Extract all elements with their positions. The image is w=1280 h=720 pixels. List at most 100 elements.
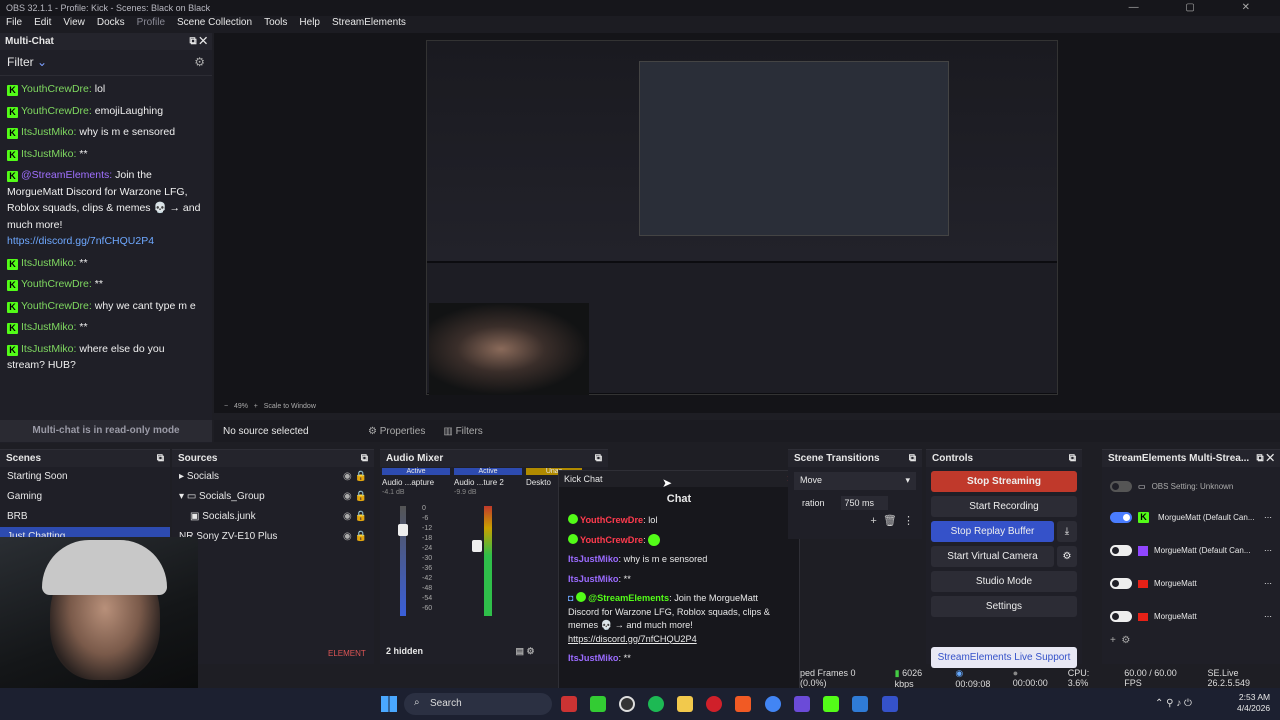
mixer-menu-icon[interactable]: ▤ ⚙ bbox=[516, 646, 535, 656]
stop-replay-button[interactable]: Stop Replay Buffer bbox=[931, 521, 1054, 542]
multichat-messages: K YouthCrewDre: lol K YouthCrewDre: emojiL… bbox=[0, 76, 212, 377]
clock-time: 2:53 AM bbox=[1238, 692, 1271, 702]
scene-item[interactable]: Gaming bbox=[0, 487, 170, 507]
multichat-header: Multi-Chat ⧉ ✕ bbox=[0, 33, 212, 50]
scenes-title: Scenes bbox=[6, 453, 42, 464]
chevron-down-icon[interactable]: ▾ bbox=[179, 491, 184, 502]
zoom-plus-icon[interactable]: + bbox=[254, 403, 258, 410]
chrome-icon[interactable] bbox=[765, 696, 781, 712]
obs-icon[interactable] bbox=[619, 696, 635, 712]
target-name: MorgueMatt (Default Can... bbox=[1158, 513, 1255, 522]
folder-icon[interactable] bbox=[677, 696, 693, 712]
visibility-icon[interactable]: ◉ 🔒 bbox=[343, 511, 367, 522]
system-tray[interactable]: ⌃ ⚲ ♪ ⏻ bbox=[1155, 698, 1192, 709]
source-item[interactable]: ▸ Socials ◉ 🔒 bbox=[172, 467, 374, 487]
zoom-mode[interactable]: Scale to Window bbox=[264, 403, 316, 410]
menu-view[interactable]: View bbox=[63, 17, 85, 33]
emote-icon bbox=[648, 533, 661, 546]
volume-slider[interactable] bbox=[398, 524, 408, 536]
windows-taskbar bbox=[0, 688, 1280, 720]
zoom-minus-icon[interactable]: − bbox=[224, 403, 228, 410]
app-icon[interactable] bbox=[590, 696, 606, 712]
gear-icon[interactable]: ⚙ bbox=[1121, 635, 1130, 646]
dock-close-icon[interactable]: ⧉ ✕ bbox=[1256, 453, 1274, 464]
stop-streaming-button[interactable]: Stop Streaming bbox=[931, 471, 1077, 492]
menu-file[interactable]: File bbox=[6, 17, 22, 33]
duration-label: ration bbox=[802, 498, 825, 508]
gear-icon[interactable]: ⚙ bbox=[1057, 546, 1077, 567]
more-icon[interactable]: ⋯ bbox=[1264, 612, 1272, 621]
clock[interactable]: 2:53 AM 4/4/2026 bbox=[1237, 692, 1270, 714]
discord-link[interactable]: https://discord.gg/7nfCHQU2P4 bbox=[568, 634, 697, 644]
menu-streamelements[interactable]: StreamElements bbox=[332, 17, 406, 33]
source-item[interactable]: ▣ Socials.junk ◉ 🔒 bbox=[172, 507, 374, 527]
scene-item[interactable]: BRB bbox=[0, 507, 170, 527]
preview-canvas[interactable] bbox=[426, 40, 1058, 395]
add-icon[interactable]: + bbox=[1110, 635, 1116, 646]
menu-docks[interactable]: Docks bbox=[97, 17, 125, 33]
discord-link[interactable]: https://discord.gg/7nfCHQU2P4 bbox=[7, 235, 154, 247]
youtube-icon bbox=[1138, 579, 1148, 588]
multichat-title: Multi-Chat bbox=[5, 36, 54, 47]
taskbar-search[interactable]: ⌕ Search bbox=[404, 693, 552, 715]
more-icon[interactable]: ⋯ bbox=[1264, 579, 1272, 588]
dock-popout-icon[interactable]: ⧉ bbox=[1069, 453, 1076, 464]
scene-item[interactable]: Starting Soon bbox=[0, 467, 170, 487]
channel-name: Audio ...ture 2 bbox=[454, 478, 504, 487]
settings-button[interactable]: Settings bbox=[931, 596, 1077, 617]
dock-popout-icon[interactable]: ⧉ bbox=[595, 453, 602, 464]
app-icon[interactable] bbox=[794, 696, 810, 712]
app-icon[interactable] bbox=[852, 696, 868, 712]
dock-close-icon[interactable]: ⧉ ✕ bbox=[189, 36, 207, 47]
visibility-icon[interactable]: ◉ 🔒 bbox=[343, 471, 367, 482]
app-icon[interactable] bbox=[561, 696, 577, 712]
studio-mode-button[interactable]: Studio Mode bbox=[931, 571, 1077, 592]
app-icon[interactable] bbox=[882, 696, 898, 712]
dock-popout-icon[interactable]: ⧉ bbox=[361, 453, 368, 464]
duration-input[interactable]: 750 ms bbox=[840, 496, 889, 510]
menu-bar: File Edit View Docks Profile Scene Colle… bbox=[0, 16, 1280, 33]
gear-icon[interactable]: ⚙ bbox=[194, 55, 205, 70]
more-icon[interactable]: ⋮ bbox=[903, 515, 914, 527]
chevron-right-icon[interactable]: ▸ bbox=[179, 471, 184, 482]
trash-icon[interactable]: 🗑 bbox=[883, 515, 897, 527]
kick-app-icon[interactable] bbox=[823, 696, 839, 712]
menu-tools[interactable]: Tools bbox=[264, 17, 287, 33]
brave-icon[interactable] bbox=[735, 696, 751, 712]
properties-button[interactable]: ⚙ Properties bbox=[368, 426, 425, 437]
se-support-button[interactable]: StreamElements Live Support bbox=[931, 647, 1077, 668]
menu-help[interactable]: Help bbox=[299, 17, 320, 33]
visibility-icon[interactable]: ◉ 🔒 bbox=[343, 491, 367, 502]
stream-toggle[interactable] bbox=[1110, 545, 1132, 556]
source-toolbar: No source selected ⚙ Properties ▥ Filter… bbox=[214, 420, 1280, 442]
kick-chat-title: Kick Chat bbox=[564, 474, 603, 484]
save-replay-icon[interactable]: ⤓ bbox=[1057, 521, 1077, 542]
menu-scene-collection[interactable]: Scene Collection bbox=[177, 17, 252, 33]
multichat-filter[interactable]: Filter ⌄ ⚙ bbox=[0, 50, 212, 76]
dock-popout-icon[interactable]: ⧉ bbox=[157, 453, 164, 464]
stream-toggle[interactable] bbox=[1110, 480, 1132, 492]
menu-profile[interactable]: Profile bbox=[137, 17, 165, 33]
source-item[interactable]: ▾ ▭ Socials_Group ◉ 🔒 bbox=[172, 487, 374, 507]
spotify-icon[interactable] bbox=[648, 696, 664, 712]
virtual-camera-button[interactable]: Start Virtual Camera bbox=[931, 546, 1054, 567]
filters-button[interactable]: ▥ Filters bbox=[443, 426, 482, 437]
window-controls[interactable]: — ▢ ✕ bbox=[1129, 2, 1272, 13]
stream-toggle[interactable] bbox=[1110, 512, 1132, 523]
stream-toggle[interactable] bbox=[1110, 578, 1132, 589]
opera-icon[interactable] bbox=[706, 696, 722, 712]
transition-select[interactable]: Move ▾ bbox=[794, 472, 916, 490]
visibility-icon[interactable]: ◉ 🔒 bbox=[343, 531, 367, 542]
hidden-count[interactable]: 2 hidden bbox=[386, 646, 423, 656]
menu-edit[interactable]: Edit bbox=[34, 17, 51, 33]
kick-message: YouthCrewDre: bbox=[559, 531, 799, 551]
dock-popout-icon[interactable]: ⧉ bbox=[909, 453, 916, 464]
stream-toggle[interactable] bbox=[1110, 611, 1132, 622]
start-recording-button[interactable]: Start Recording bbox=[931, 496, 1077, 517]
add-icon[interactable]: + bbox=[870, 515, 876, 527]
source-item[interactable]: NR Sony ZV-E10 Plus ◉ 🔒 bbox=[172, 527, 374, 547]
more-icon[interactable]: ⋯ bbox=[1264, 546, 1272, 555]
windows-start-icon[interactable] bbox=[381, 696, 397, 712]
more-icon[interactable]: ⋯ bbox=[1264, 513, 1272, 522]
volume-slider[interactable] bbox=[472, 540, 482, 552]
